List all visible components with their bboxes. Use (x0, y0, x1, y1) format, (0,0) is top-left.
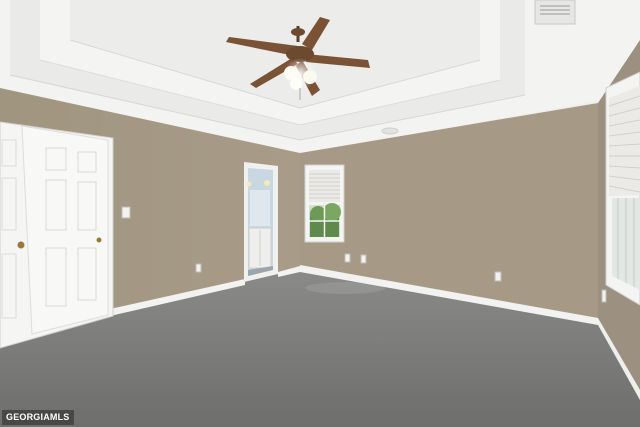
outlet (344, 253, 351, 263)
outlet (360, 254, 367, 264)
room-photo: GEORGIAMLS (0, 0, 640, 427)
side-window (605, 71, 640, 306)
bathroom-doorway (244, 162, 278, 282)
outlet (494, 271, 502, 282)
air-vent-icon (534, 0, 576, 25)
outlet (195, 263, 202, 273)
watermark-logo: GEORGIAMLS (2, 410, 74, 425)
double-door (0, 121, 114, 349)
outlet (601, 289, 607, 303)
door-knob-icon (17, 241, 25, 249)
light-switch (121, 206, 131, 219)
window (304, 164, 345, 243)
smoke-detector-icon (381, 127, 399, 135)
